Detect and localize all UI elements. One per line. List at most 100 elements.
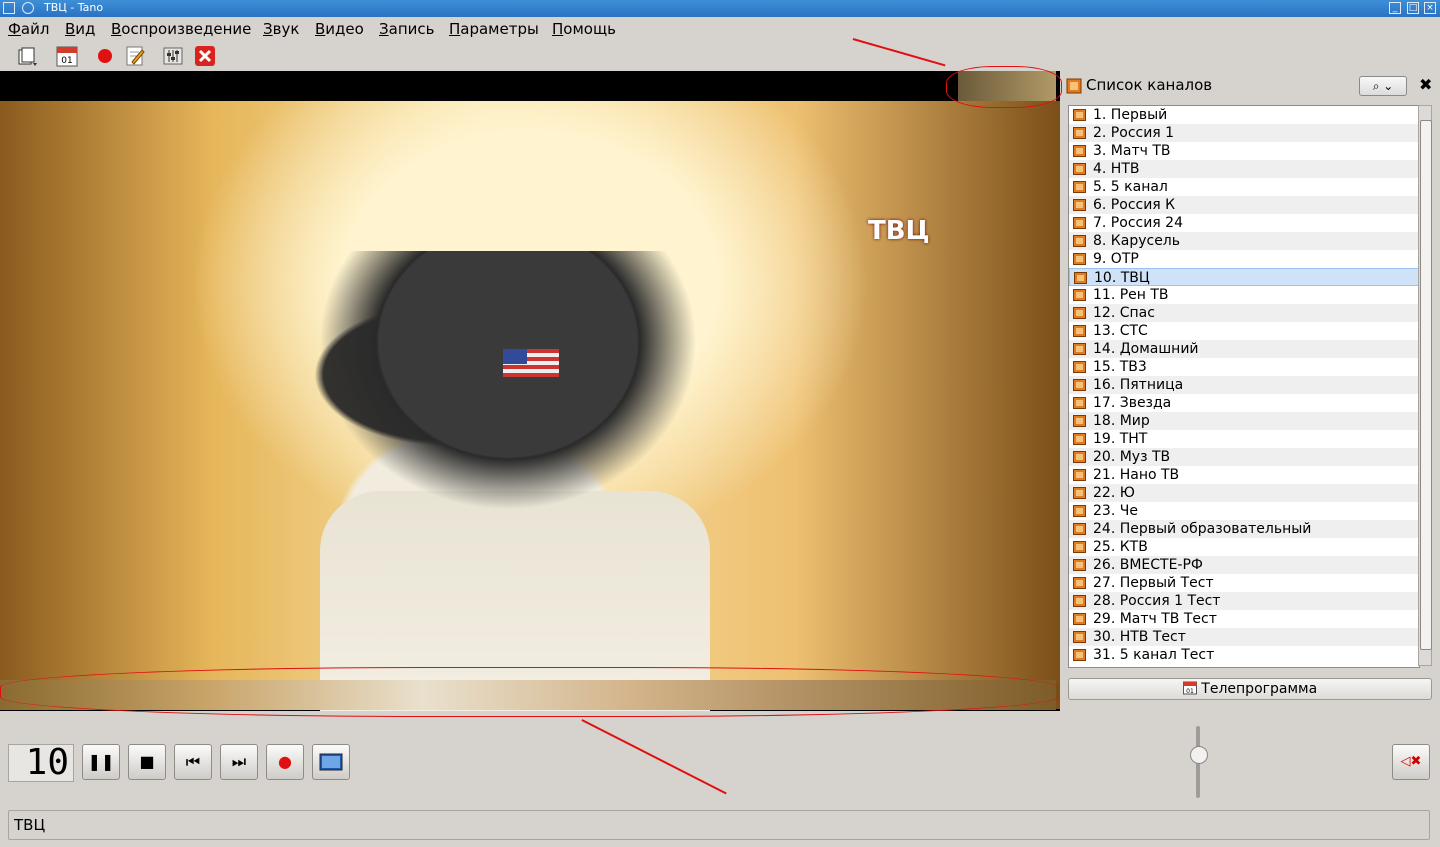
playlist-icon[interactable] — [17, 45, 39, 67]
video-scene-capsule — [318, 251, 698, 511]
list-item[interactable]: 20. Муз ТВ — [1069, 448, 1419, 466]
list-item[interactable]: 9. ОТР — [1069, 250, 1419, 268]
menu-view[interactable]: Вид — [65, 20, 95, 38]
record-icon: ● — [278, 752, 292, 771]
channel-icon — [1073, 487, 1086, 499]
channel-icon — [1073, 199, 1086, 211]
stop-icon[interactable] — [194, 45, 216, 67]
list-item[interactable]: 24. Первый образовательный — [1069, 520, 1419, 538]
record-icon[interactable] — [94, 45, 116, 67]
scrollbar-thumb[interactable] — [1420, 120, 1432, 650]
minimize-icon[interactable]: _ — [1389, 2, 1401, 14]
screenshot-button[interactable] — [312, 744, 350, 780]
list-item[interactable]: 18. Мир — [1069, 412, 1419, 430]
channel-icon — [1073, 289, 1086, 301]
list-item-selected[interactable]: 10. ТВЦ — [1069, 268, 1419, 286]
list-item[interactable]: 17. Звезда — [1069, 394, 1419, 412]
video-frame — [0, 101, 1060, 711]
next-button[interactable]: ⏭ — [220, 744, 258, 780]
list-item[interactable]: 11. Рен ТВ — [1069, 286, 1419, 304]
list-item[interactable]: 15. ТВ3 — [1069, 358, 1419, 376]
list-item[interactable]: 26. ВМЕСТЕ-РФ — [1069, 556, 1419, 574]
volume-slider-handle[interactable] — [1190, 746, 1208, 764]
stop-button[interactable]: ■ — [128, 744, 166, 780]
annotation-ellipse-top — [946, 66, 1062, 108]
video-player[interactable]: ТВЦ — [0, 71, 1060, 711]
list-item[interactable]: 3. Матч ТВ — [1069, 142, 1419, 160]
list-item[interactable]: 16. Пятница — [1069, 376, 1419, 394]
list-item[interactable]: 19. ТНТ — [1069, 430, 1419, 448]
status-bar: ТВЦ — [8, 810, 1430, 840]
list-item[interactable]: 4. НТВ — [1069, 160, 1419, 178]
channel-icon — [1073, 253, 1086, 265]
list-item[interactable]: 31. 5 канал Тест — [1069, 646, 1419, 664]
screenshot-icon — [319, 753, 343, 771]
channel-icon — [1073, 127, 1086, 139]
previous-button[interactable]: ⏮ — [174, 744, 212, 780]
playback-controls: 10 ❚❚ ■ ⏮ ⏭ ● ◁✖ — [0, 716, 1440, 806]
search-icon[interactable]: ⌕ ⌄ — [1359, 76, 1407, 96]
epg-icon-label: 01 — [1186, 688, 1194, 695]
menu-video[interactable]: Видео — [315, 20, 364, 38]
channel-list-scrollbar[interactable] — [1418, 105, 1432, 666]
channel-icon — [1073, 343, 1086, 355]
channel-icon — [1073, 163, 1086, 175]
channel-icon — [1073, 181, 1086, 193]
film-icon — [1066, 78, 1082, 94]
menu-settings[interactable]: Параметры — [449, 20, 539, 38]
close-icon[interactable]: × — [1424, 2, 1436, 14]
channel-panel-header: Список каналов ⌕ ⌄ ✖ — [1066, 75, 1436, 97]
list-item[interactable]: 6. Россия К — [1069, 196, 1419, 214]
channel-icon — [1073, 235, 1086, 247]
app-menu-icon[interactable] — [3, 2, 15, 14]
epg-button[interactable]: 01 Телепрограмма — [1068, 678, 1432, 700]
maximize-icon[interactable]: □ — [1407, 2, 1419, 14]
channel-icon — [1073, 109, 1086, 121]
list-item[interactable]: 8. Карусель — [1069, 232, 1419, 250]
previous-icon: ⏮ — [185, 752, 201, 771]
list-item[interactable]: 2. Россия 1 — [1069, 124, 1419, 142]
channel-list[interactable]: 1. Первый 2. Россия 1 3. Матч ТВ 4. НТВ … — [1068, 105, 1420, 668]
channel-panel-title: Список каналов — [1086, 76, 1213, 94]
list-item[interactable]: 22. Ю — [1069, 484, 1419, 502]
channel-icon — [1073, 451, 1086, 463]
list-item[interactable]: 21. Нано ТВ — [1069, 466, 1419, 484]
close-icon[interactable]: ✖ — [1419, 75, 1432, 94]
list-item[interactable]: 29. Матч ТВ Тест — [1069, 610, 1419, 628]
list-item[interactable]: 12. Спас — [1069, 304, 1419, 322]
list-item[interactable]: 25. КТВ — [1069, 538, 1419, 556]
calendar-icon: 01 — [1182, 681, 1197, 695]
channel-icon — [1073, 307, 1086, 319]
list-item[interactable]: 23. Че — [1069, 502, 1419, 520]
menu-help[interactable]: Помощь — [552, 20, 616, 38]
channel-icon — [1073, 577, 1086, 589]
edit-icon[interactable] — [124, 45, 146, 67]
list-item[interactable]: 30. НТВ Тест — [1069, 628, 1419, 646]
annotation-ellipse-bottom — [0, 667, 1058, 717]
channel-icon — [1073, 325, 1086, 337]
list-item[interactable]: 7. Россия 24 — [1069, 214, 1419, 232]
menu-audio[interactable]: Звук — [263, 20, 299, 38]
menu-record[interactable]: Запись — [379, 20, 434, 38]
mute-button[interactable]: ◁✖ — [1392, 744, 1430, 780]
list-item[interactable]: 28. Россия 1 Тест — [1069, 592, 1419, 610]
list-item[interactable]: 27. Первый Тест — [1069, 574, 1419, 592]
record-button[interactable]: ● — [266, 744, 304, 780]
channel-icon — [1073, 595, 1086, 607]
channel-icon — [1073, 649, 1086, 661]
list-item[interactable]: 13. СТС — [1069, 322, 1419, 340]
pin-icon[interactable] — [22, 2, 34, 14]
menu-file[interactable]: Файл — [8, 20, 49, 38]
equalizer-icon[interactable] — [162, 45, 184, 67]
menu-playback[interactable]: Воспроизведение — [111, 20, 251, 38]
calendar-icon[interactable]: 01 — [56, 45, 78, 67]
pause-icon: ❚❚ — [87, 752, 115, 771]
channel-icon — [1073, 505, 1086, 517]
list-item[interactable]: 14. Домашний — [1069, 340, 1419, 358]
channel-icon — [1073, 523, 1086, 535]
channel-icon — [1073, 469, 1086, 481]
list-item[interactable]: 1. Первый — [1069, 106, 1419, 124]
stop-icon: ■ — [139, 752, 155, 771]
list-item[interactable]: 5. 5 канал — [1069, 178, 1419, 196]
pause-button[interactable]: ❚❚ — [82, 744, 120, 780]
